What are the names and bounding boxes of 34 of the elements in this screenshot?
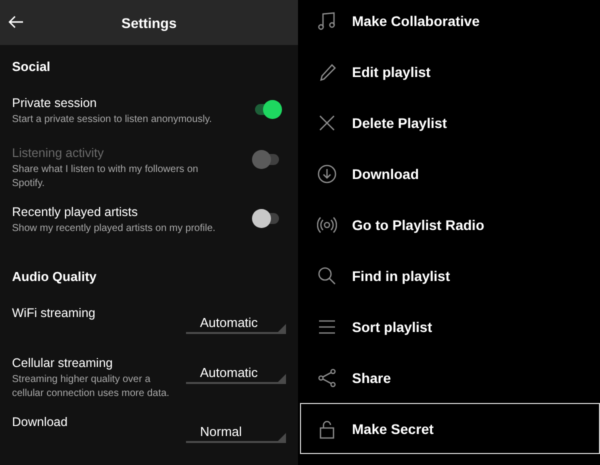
menu-item[interactable]: Download <box>300 148 600 199</box>
close-icon <box>317 112 337 132</box>
pencil-icon <box>317 62 337 82</box>
setting-description: Share what I listen to with my followers on Spotify. <box>12 163 200 190</box>
setting-title: Recently played artists <box>12 205 139 219</box>
menu-item[interactable]: Delete Playlist <box>300 97 600 148</box>
setting-title: Private session <box>12 96 98 110</box>
back-arrow-icon[interactable] <box>8 15 24 29</box>
menu-item[interactable]: Make Collaborative <box>300 0 600 46</box>
menu-item[interactable]: Make Secret <box>300 403 600 454</box>
setting-title: Listening activity <box>12 146 105 160</box>
share-icon <box>317 368 337 388</box>
dropdown[interactable]: Automatic <box>186 362 286 384</box>
screen-title: Settings <box>121 14 177 30</box>
menu-item[interactable]: Find in playlist <box>300 250 600 301</box>
dropdown[interactable]: Normal <box>186 421 286 443</box>
section-heading: Audio Quality <box>12 268 98 286</box>
setting-description: Start a private session to listen anonymously. <box>12 113 213 126</box>
setting-title: Cellular streaming <box>12 356 114 370</box>
download-icon <box>317 164 337 184</box>
padlock-icon <box>317 418 337 438</box>
setting-description: Show my recently played artists on my profile. <box>12 222 216 236</box>
menu-item[interactable]: Go to Playlist Radio <box>300 199 600 250</box>
menu-item[interactable]: Edit playlist <box>300 46 600 97</box>
dropdown[interactable]: Automatic <box>186 312 286 334</box>
menu-item[interactable]: Sort playlist <box>300 301 600 352</box>
menu-item[interactable]: Share <box>300 352 600 403</box>
setting-description: Streaming higher quality over a cellular connection uses more data. <box>12 373 170 400</box>
setting-title: WiFi streaming <box>12 306 96 320</box>
search-icon <box>317 266 337 286</box>
section-heading: Social <box>12 58 52 76</box>
setting-title: Download <box>12 415 69 429</box>
radio-icon <box>317 214 337 234</box>
music-note-icon <box>317 10 337 30</box>
